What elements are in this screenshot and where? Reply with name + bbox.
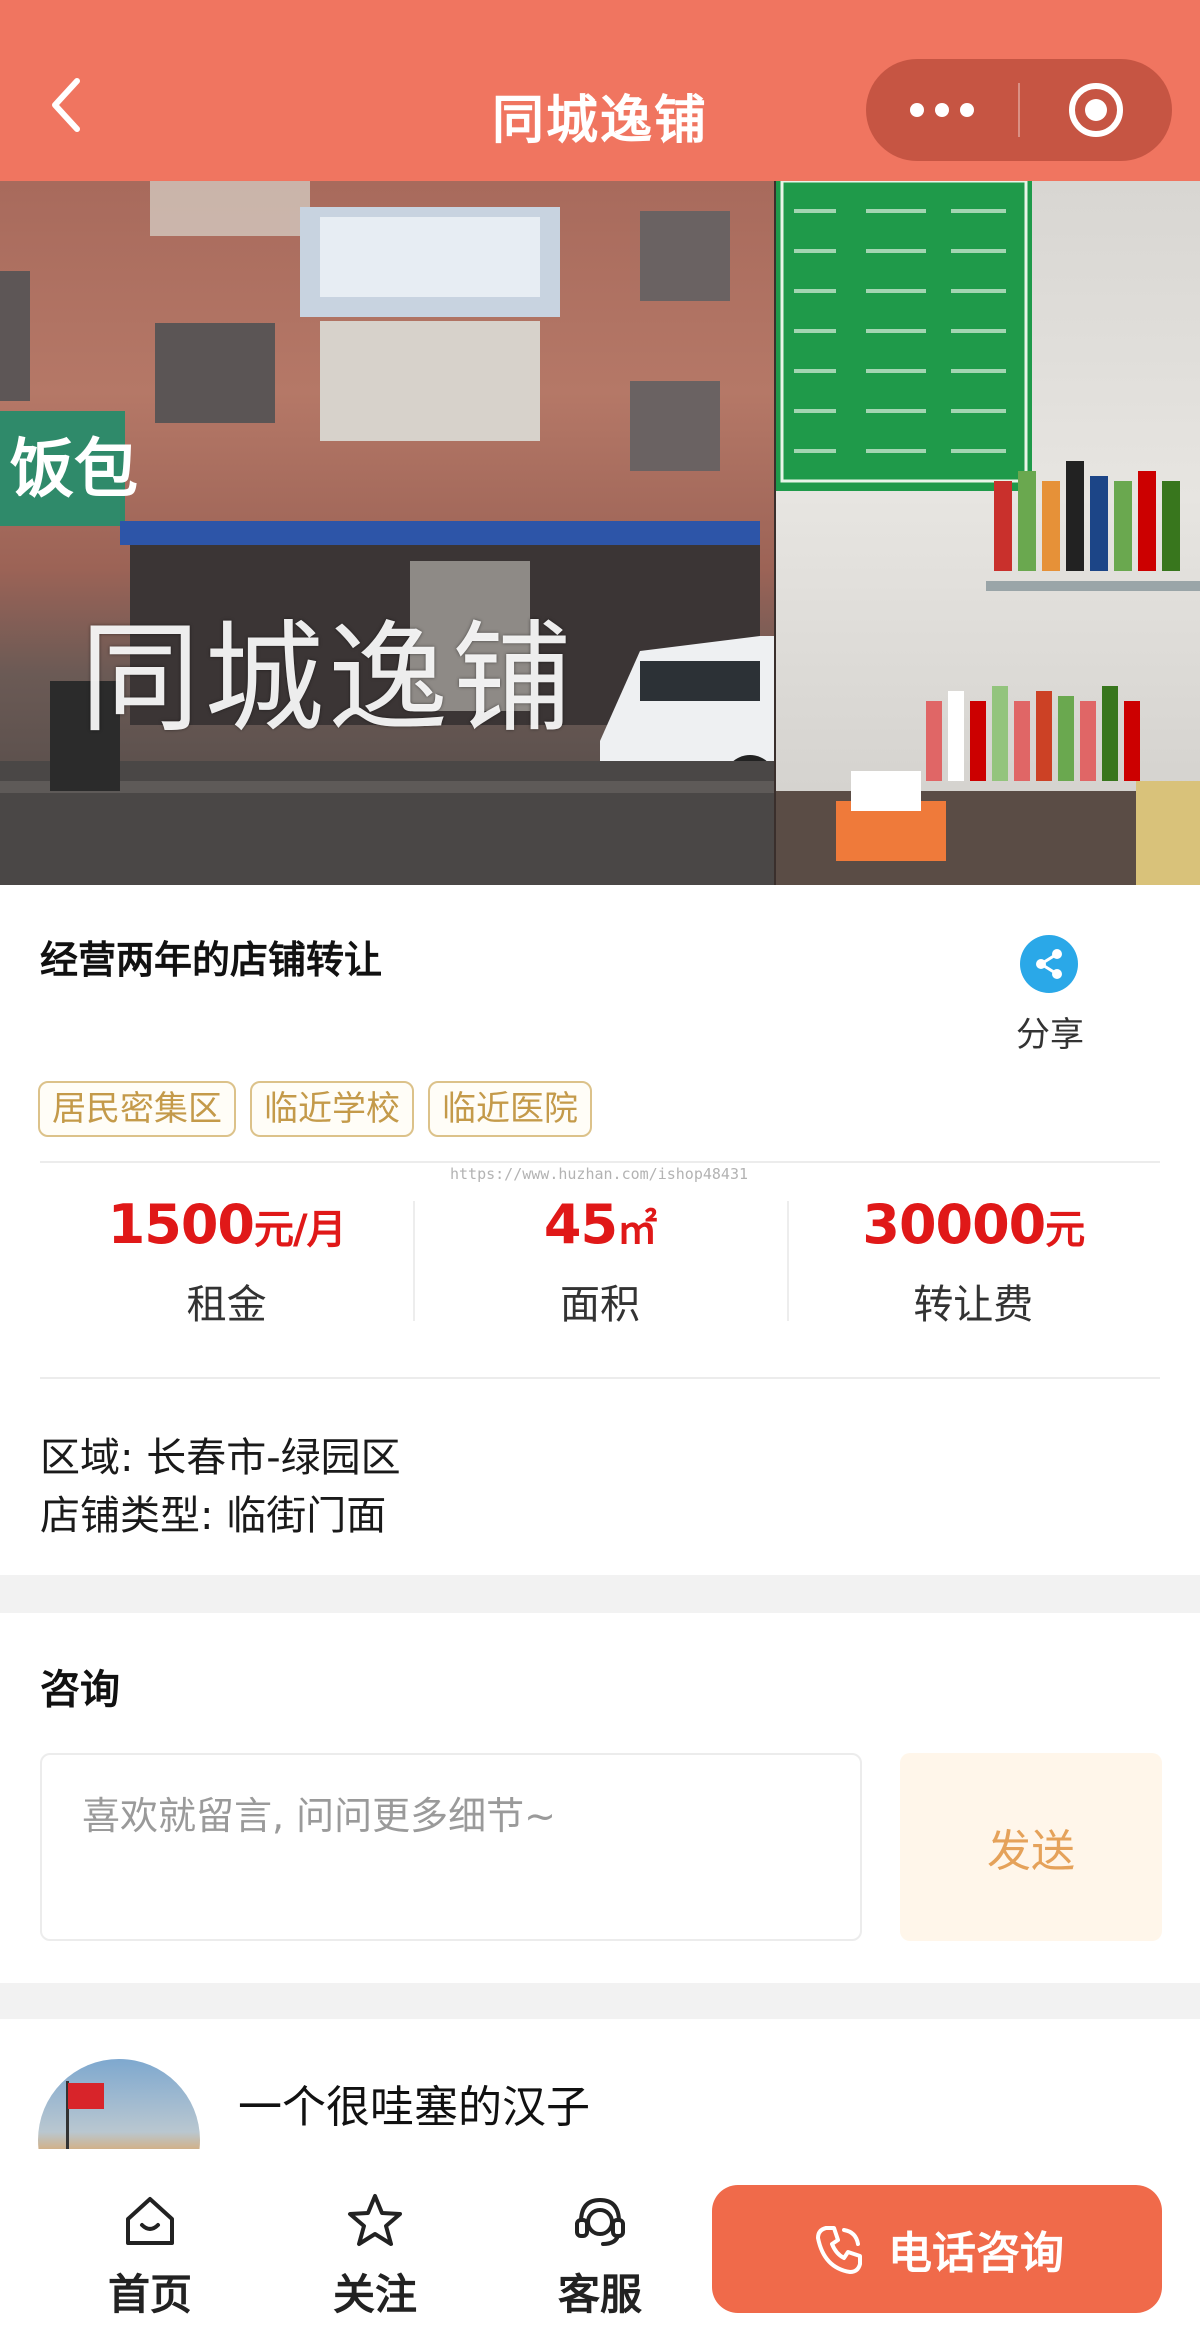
source-url-watermark: https://www.huzhan.com/ishop48431 bbox=[450, 1165, 749, 1183]
area-unit: ㎡ bbox=[617, 1207, 657, 1253]
stat-rent: 1500元/月 租金 bbox=[40, 1193, 413, 1329]
tag-list: 居民密集区 临近学校 临近医院 bbox=[38, 1081, 592, 1137]
stat-transfer-fee: 30000元 转让费 bbox=[786, 1193, 1160, 1329]
area-label: 面积 bbox=[559, 1282, 640, 1328]
svg-text:饭包: 饭包 bbox=[10, 433, 138, 505]
transfer-fee-number: 30000 bbox=[862, 1193, 1046, 1256]
storefront-illustration: 饭包 bbox=[0, 181, 776, 885]
stat-area: 45㎡ 面积 bbox=[413, 1193, 786, 1329]
nav-service-label: 客服 bbox=[557, 2270, 642, 2319]
listing-info: 经营两年的店铺转让 分享 居民密集区 临近学校 临近医院 https://www… bbox=[0, 885, 1200, 1575]
divider bbox=[40, 1161, 1160, 1163]
phone-consult-button[interactable]: 电话咨询 bbox=[712, 2185, 1162, 2313]
share-label: 分享 bbox=[1016, 1015, 1084, 1055]
gallery-watermark: 同城逸铺 bbox=[80, 610, 576, 749]
section-gap bbox=[0, 1575, 1200, 1613]
nav-follow[interactable]: 关注 bbox=[295, 2189, 455, 2329]
shop-interior-photo[interactable] bbox=[776, 181, 1200, 885]
mini-program-capsule bbox=[866, 59, 1172, 161]
photo-gallery[interactable]: 饭包 同城逸铺 bbox=[0, 181, 1200, 885]
rent-unit: 元/月 bbox=[254, 1207, 347, 1253]
bottom-action-bar: 首页 关注 客服 电话咨询 bbox=[0, 2149, 1200, 2352]
close-mini-program-button[interactable] bbox=[1020, 59, 1172, 161]
area-number: 45 bbox=[543, 1193, 618, 1256]
nav-header: 同城逸铺 bbox=[0, 0, 1200, 181]
transfer-fee-unit: 元 bbox=[1045, 1207, 1085, 1253]
share-icon bbox=[1020, 935, 1078, 993]
consult-title: 咨询 bbox=[40, 1667, 120, 1713]
message-input[interactable] bbox=[40, 1753, 862, 1941]
section-gap bbox=[0, 1983, 1200, 2019]
username: 一个很哇塞的汉子 bbox=[238, 2082, 590, 2133]
share-button[interactable]: 分享 bbox=[1000, 935, 1100, 1055]
target-close-icon bbox=[1069, 83, 1123, 137]
phone-consult-label: 电话咨询 bbox=[888, 2228, 1064, 2279]
headset-icon bbox=[568, 2189, 632, 2253]
stats-row: 1500元/月 租金 45㎡ 面积 30000元 转让费 bbox=[40, 1193, 1160, 1329]
area-value: 45㎡ bbox=[413, 1193, 786, 1262]
user-comment-preview[interactable]: 一个很哇塞的汉子 bbox=[0, 2019, 1200, 2149]
more-dots-icon bbox=[910, 103, 974, 117]
storefront-photo[interactable]: 饭包 同城逸铺 bbox=[0, 181, 776, 885]
rent-number: 1500 bbox=[107, 1193, 255, 1256]
tag-item: 居民密集区 bbox=[38, 1081, 236, 1137]
rent-label: 租金 bbox=[186, 1282, 267, 1328]
transfer-fee-value: 30000元 bbox=[787, 1193, 1160, 1262]
consult-section: 咨询 发送 bbox=[0, 1613, 1200, 1983]
nav-home[interactable]: 首页 bbox=[70, 2189, 230, 2329]
nav-home-label: 首页 bbox=[107, 2270, 192, 2319]
listing-title: 经营两年的店铺转让 bbox=[40, 938, 383, 982]
avatar[interactable] bbox=[38, 2059, 200, 2149]
flag-shape bbox=[68, 2083, 104, 2109]
region-text: 区域: 长春市-绿园区 bbox=[40, 1435, 401, 1481]
rent-value: 1500元/月 bbox=[40, 1193, 413, 1262]
nav-follow-label: 关注 bbox=[332, 2270, 417, 2319]
send-button[interactable]: 发送 bbox=[900, 1753, 1162, 1941]
tag-item: 临近学校 bbox=[250, 1081, 414, 1137]
phone-icon bbox=[816, 2226, 862, 2274]
nav-customer-service[interactable]: 客服 bbox=[520, 2189, 680, 2329]
home-icon bbox=[118, 2189, 182, 2253]
shop-type-text: 店铺类型: 临街门面 bbox=[40, 1493, 387, 1539]
more-button[interactable] bbox=[866, 59, 1018, 161]
star-icon bbox=[343, 2189, 407, 2253]
transfer-fee-label: 转让费 bbox=[913, 1282, 1034, 1328]
tag-item: 临近医院 bbox=[428, 1081, 592, 1137]
divider bbox=[40, 1377, 1160, 1379]
interior-illustration bbox=[776, 181, 1200, 885]
